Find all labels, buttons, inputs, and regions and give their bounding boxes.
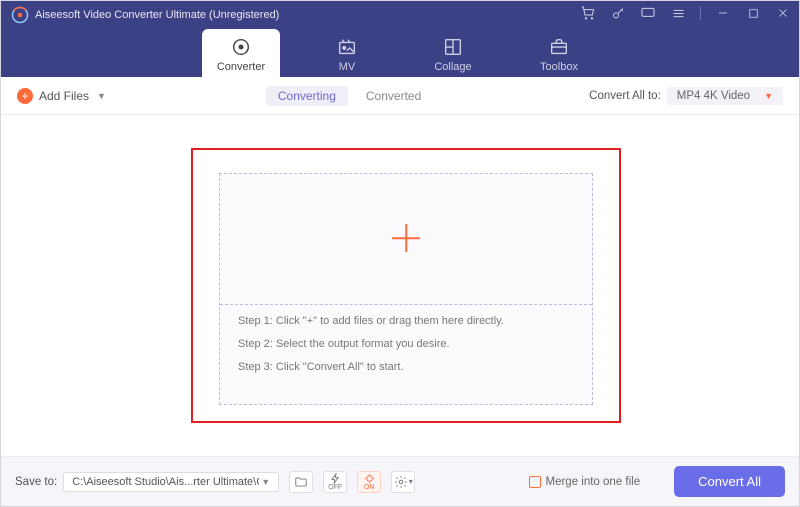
- merge-label: Merge into one file: [546, 476, 641, 488]
- tab-label: Converter: [217, 61, 265, 73]
- segment-converting[interactable]: Converting: [266, 86, 348, 106]
- app-title: Aiseesoft Video Converter Ultimate (Unre…: [35, 9, 279, 21]
- tab-label: Toolbox: [540, 61, 578, 73]
- collage-icon: [442, 37, 464, 57]
- save-path-select[interactable]: C:\Aiseesoft Studio\Ais...rter Ultimate\…: [63, 472, 279, 492]
- save-path-value: C:\Aiseesoft Studio\Ais...rter Ultimate\…: [72, 476, 259, 488]
- chevron-down-icon: ▼: [764, 91, 773, 101]
- file-dropzone[interactable]: Step 1: Click "+" to add files or drag t…: [219, 173, 593, 405]
- plus-icon: +: [17, 88, 33, 104]
- key-icon[interactable]: [610, 5, 626, 21]
- app-logo-icon: [11, 6, 29, 24]
- app-window: Aiseesoft Video Converter Ultimate (Unre…: [0, 0, 800, 507]
- hw-on-label: ON: [364, 484, 375, 491]
- checkbox-icon: [529, 476, 541, 488]
- bottombar: Save to: C:\Aiseesoft Studio\Ais...rter …: [1, 456, 799, 506]
- status-segment: Converting Converted: [266, 86, 429, 106]
- hw-accel-on-button[interactable]: ON: [357, 471, 381, 493]
- chevron-down-icon: ▼: [97, 91, 106, 101]
- feedback-icon[interactable]: [640, 5, 656, 21]
- content-area: Step 1: Click "+" to add files or drag t…: [1, 115, 799, 456]
- add-files-button[interactable]: + Add Files ▼: [17, 88, 106, 104]
- add-files-label: Add Files: [39, 89, 89, 103]
- step-1-text: Step 1: Click "+" to add files or drag t…: [238, 316, 504, 327]
- segment-converted[interactable]: Converted: [358, 86, 429, 106]
- divider: [220, 304, 592, 305]
- maximize-button[interactable]: [745, 5, 761, 21]
- format-value: MP4 4K Video: [677, 90, 750, 102]
- tab-converter[interactable]: Converter: [202, 29, 280, 77]
- converter-icon: [230, 37, 252, 57]
- add-files-plus-icon[interactable]: [392, 224, 420, 252]
- titlebar: Aiseesoft Video Converter Ultimate (Unre…: [1, 1, 799, 77]
- main-tabs: Converter MV Collage Toolbox: [202, 29, 598, 77]
- convert-all-button[interactable]: Convert All: [674, 466, 785, 497]
- toolbox-icon: [548, 37, 570, 57]
- tab-toolbox[interactable]: Toolbox: [520, 29, 598, 77]
- tab-collage[interactable]: Collage: [414, 29, 492, 77]
- instruction-steps: Step 1: Click "+" to add files or drag t…: [238, 316, 504, 385]
- hw-off-label: OFF: [328, 484, 342, 491]
- settings-button[interactable]: ▾: [391, 471, 415, 493]
- convert-all-to-label: Convert All to:: [589, 90, 661, 102]
- hw-accel-off-button[interactable]: OFF: [323, 471, 347, 493]
- open-folder-button[interactable]: [289, 471, 313, 493]
- tab-label: Collage: [434, 61, 471, 73]
- cart-icon[interactable]: [580, 5, 596, 21]
- menu-icon[interactable]: [670, 5, 686, 21]
- mv-icon: [336, 37, 358, 57]
- minimize-button[interactable]: [715, 5, 731, 21]
- merge-checkbox[interactable]: Merge into one file: [529, 476, 641, 488]
- convert-all-label: Convert All: [698, 474, 761, 489]
- tab-label: MV: [339, 61, 356, 73]
- toolbar: + Add Files ▼ Converting Converted Conve…: [1, 77, 799, 115]
- tab-mv[interactable]: MV: [308, 29, 386, 77]
- save-to-label: Save to:: [15, 476, 57, 488]
- step-3-text: Step 3: Click "Convert All" to start.: [238, 362, 504, 373]
- output-format-select[interactable]: MP4 4K Video ▼: [667, 87, 783, 105]
- step-2-text: Step 2: Select the output format you des…: [238, 339, 504, 350]
- close-button[interactable]: [775, 5, 791, 21]
- chevron-down-icon: ▼: [261, 477, 270, 487]
